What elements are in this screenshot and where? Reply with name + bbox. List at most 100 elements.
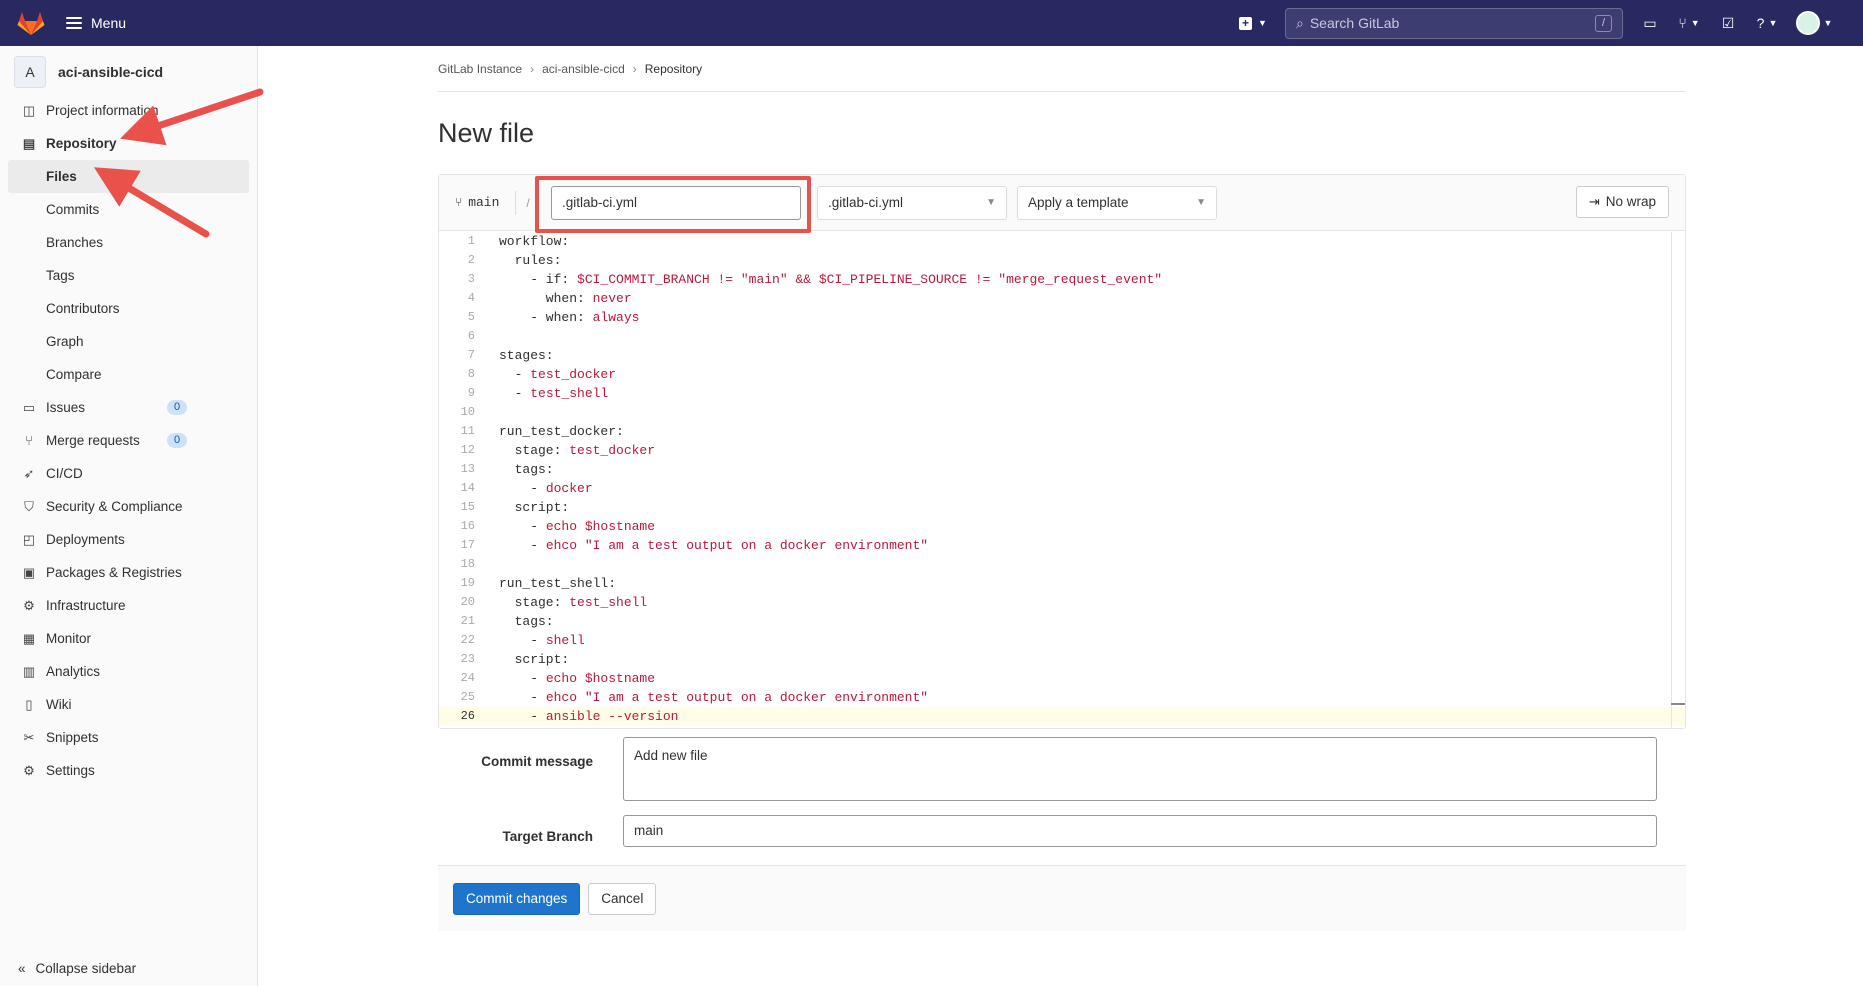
sidebar-sub-contributors[interactable]: Contributors (0, 292, 257, 325)
line-number: 3 (467, 272, 475, 286)
code-text: - ansible --version (499, 709, 679, 724)
breadcrumb-item[interactable]: Repository (645, 62, 702, 76)
cancel-button[interactable]: Cancel (588, 882, 657, 915)
code-line[interactable]: 5 - when: always (439, 308, 1685, 327)
commit-message-label: Commit message (481, 754, 593, 769)
avatar-menu[interactable]: ▼ (1789, 8, 1839, 38)
file-name-input[interactable]: .gitlab-ci.yml (551, 186, 801, 220)
sidebar-item-snippets[interactable]: ✂ Snippets (0, 721, 257, 754)
code-line[interactable]: 9 - test_shell (439, 384, 1685, 403)
code-line[interactable]: 24 - echo $hostname (439, 669, 1685, 688)
line-number: 22 (460, 633, 475, 647)
line-number: 5 (467, 310, 475, 324)
code-line[interactable]: 19 run_test_shell: (439, 574, 1685, 593)
sidebar-item-infrastructure[interactable]: ⚙ Infrastructure (0, 589, 257, 622)
code-line[interactable]: 3 - if: $CI_COMMIT_BRANCH != "main" && $… (439, 270, 1685, 289)
sidebar-sub-compare[interactable]: Compare (0, 358, 257, 391)
code-line[interactable]: 16 - echo $hostname (439, 517, 1685, 536)
line-number: 7 (467, 348, 475, 362)
monitor-icon: ▦ (22, 630, 36, 646)
sidebar-item-settings[interactable]: ⚙ Settings (0, 754, 257, 787)
merge-request-icon: ⑂ (25, 433, 33, 448)
code-line[interactable]: 26 - ansible --version (439, 707, 1685, 726)
code-line[interactable]: 20 stage: test_shell (439, 593, 1685, 612)
sidebar-item-wiki[interactable]: ▯ Wiki (0, 688, 257, 721)
apply-template-select[interactable]: Apply a template ▼ (1017, 186, 1217, 220)
code-line[interactable]: 1 workflow: (439, 232, 1685, 251)
sidebar: A aci-ansible-cicd ◫ Project information… (0, 46, 258, 986)
code-line[interactable]: 8 - test_docker (439, 365, 1685, 384)
form-actions: Commit changes Cancel (438, 865, 1686, 931)
code-text: - ehco "I am a test output on a docker e… (499, 538, 929, 553)
code-line[interactable]: 17 - ehco "I am a test output on a docke… (439, 536, 1685, 555)
code-line[interactable]: 7 stages: (439, 346, 1685, 365)
gitlab-logo[interactable] (16, 8, 46, 38)
double-chevron-left-icon: « (18, 961, 26, 976)
sidebar-sub-files[interactable]: Files (8, 160, 249, 193)
sidebar-item-analytics[interactable]: ▥ Analytics (0, 655, 257, 688)
code-line[interactable]: 22 - shell (439, 631, 1685, 650)
code-line[interactable]: 6 (439, 327, 1685, 346)
template-type-select[interactable]: .gitlab-ci.yml ▼ (817, 186, 1007, 220)
code-text: - docker (499, 481, 593, 496)
file-editor: ⑂ main / .gitlab-ci.yml .gitlab-ci.yml ▼… (438, 174, 1686, 729)
menu-button[interactable]: Menu (66, 15, 126, 31)
breadcrumb-item[interactable]: GitLab Instance (438, 62, 522, 76)
code-text: - when: always (499, 310, 640, 325)
issues-icon[interactable]: ▭ (1633, 8, 1667, 38)
page-title: New file (438, 118, 535, 148)
chart-icon: ▥ (22, 663, 36, 679)
code-line[interactable]: 21 tags: (439, 612, 1685, 631)
code-line[interactable]: 23 script: (439, 650, 1685, 669)
code-line[interactable]: 25 - ehco "I am a test output on a docke… (439, 688, 1685, 707)
line-number: 8 (467, 367, 475, 381)
code-line[interactable]: 2 rules: (439, 251, 1685, 270)
sidebar-sub-commits[interactable]: Commits (0, 193, 257, 226)
merge-request-icon[interactable]: ⑂ ▼ (1667, 8, 1711, 38)
search-input[interactable]: ⌕ Search GitLab / (1285, 7, 1623, 39)
todo-icon[interactable]: ☑ (1711, 8, 1745, 38)
code-line[interactable]: 10 (439, 403, 1685, 422)
project-header[interactable]: A aci-ansible-cicd (0, 50, 257, 94)
line-number: 4 (467, 291, 475, 305)
search-placeholder: Search GitLab (1309, 15, 1400, 31)
sidebar-item-cicd[interactable]: ➶ CI/CD (0, 457, 257, 490)
scrollbar-thumb[interactable] (1671, 703, 1685, 705)
commit-message-input[interactable]: Add new file (623, 737, 1657, 801)
sidebar-item-security[interactable]: ⛉ Security & Compliance (0, 490, 257, 523)
sidebar-item-label: Settings (46, 763, 95, 778)
breadcrumb-item[interactable]: aci-ansible-cicd (542, 62, 625, 76)
sidebar-item-monitor[interactable]: ▦ Monitor (0, 622, 257, 655)
sidebar-sub-branches[interactable]: Branches (0, 226, 257, 259)
code-text: workflow: (499, 234, 570, 249)
sidebar-item-label: Merge requests (46, 433, 140, 448)
plus-icon[interactable]: + ▼ (1231, 8, 1275, 38)
code-line[interactable]: 11 run_test_docker: (439, 422, 1685, 441)
code-line[interactable]: 18 (439, 555, 1685, 574)
editor-scrollbar[interactable] (1671, 232, 1685, 728)
gear-icon: ⚙ (23, 762, 35, 778)
sidebar-item-packages[interactable]: ▣ Packages & Registries (0, 556, 257, 589)
commit-changes-button[interactable]: Commit changes (453, 882, 581, 915)
help-icon[interactable]: ? ▼ (1745, 8, 1789, 38)
line-number: 14 (460, 481, 475, 495)
code-line[interactable]: 13 tags: (439, 460, 1685, 479)
code-text: run_test_shell: (499, 576, 617, 591)
sidebar-sub-graph[interactable]: Graph (0, 325, 257, 358)
code-line[interactable]: 12 stage: test_docker (439, 441, 1685, 460)
template-type-value: .gitlab-ci.yml (828, 195, 904, 210)
code-line[interactable]: 4 when: never (439, 289, 1685, 308)
collapse-sidebar-button[interactable]: « Collapse sidebar (18, 961, 136, 976)
sidebar-item-merge-requests[interactable]: ⑂ Merge requests 0 (0, 424, 257, 457)
code-editor[interactable]: 1 workflow: 2 rules: 3 - if: $CI_COMMIT_BRA… (439, 232, 1685, 728)
no-wrap-button[interactable]: ⇥ No wrap (1575, 186, 1669, 218)
sidebar-item-issues[interactable]: ▭ Issues 0 (0, 391, 257, 424)
code-line[interactable]: 15 script: (439, 498, 1685, 517)
breadcrumb: GitLab Instance › aci-ansible-cicd › Rep… (438, 46, 1686, 92)
sidebar-item-deployments[interactable]: ◰ Deployments (0, 523, 257, 556)
code-line[interactable]: 14 - docker (439, 479, 1685, 498)
sidebar-item-repository[interactable]: ▤ Repository (0, 127, 257, 160)
sidebar-item-project-information[interactable]: ◫ Project information (0, 94, 257, 127)
sidebar-sub-tags[interactable]: Tags (0, 259, 257, 292)
target-branch-input[interactable]: main (623, 815, 1657, 847)
